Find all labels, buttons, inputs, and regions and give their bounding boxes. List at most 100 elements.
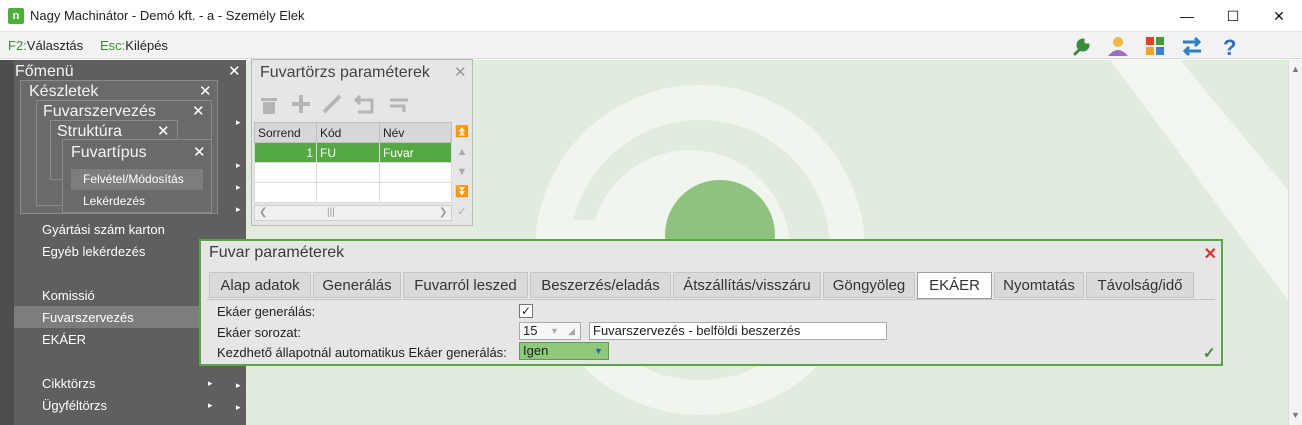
scroll-right-icon[interactable]: ❯ [439,207,447,218]
table-cell: Fuvar [379,142,452,163]
svg-text:?: ? [1223,35,1236,58]
menu-item-felvetel[interactable]: Felvétel/Módosítás [71,169,203,190]
menu-item-komissio[interactable]: Komissió [42,288,95,303]
lookup-icon[interactable]: ◢ [568,323,575,339]
table-cell [379,162,452,183]
submenu-arrow-icon: ▸ [236,182,241,192]
submenu-arrow-icon: ▸ [208,378,213,388]
fuvartorzs-panel: Fuvartörzs paraméterek ✕ Sorrend Kód Név… [251,59,473,226]
shortcut-bar: F2:Választás Esc:Kilépés ? [0,32,1302,59]
tab-beszerzes-eladas[interactable]: Beszerzés/eladás [530,272,671,298]
menu-icon-strip [0,60,14,425]
row-nav-buttons: ⏫ ▲ ▼ ⏬ ✓ [454,122,470,222]
column-header[interactable]: Kód [316,122,380,143]
first-row-icon[interactable]: ⏫ [454,122,470,142]
submenu-title: Fuvarszervezés [43,103,156,120]
menu-item-gyartasi-szam-karton[interactable]: Gyártási szám karton [42,222,165,237]
submenu-close-button[interactable]: ✕ [193,143,206,161]
column-header[interactable]: Sorrend [254,122,317,143]
ekaer-sorozat-name-field: Fuvarszervezés - belföldi beszerzés [589,322,887,340]
table-row[interactable]: 1 FU Fuvar [254,142,452,163]
fuvar-parameterek-dialog: Fuvar paraméterek ✕ Alap adatok Generálá… [199,239,1223,366]
column-header[interactable]: Név [379,122,452,143]
maximize-button[interactable]: ☐ [1210,0,1256,32]
help-icon[interactable]: ? [1216,34,1242,58]
table-row[interactable] [254,182,452,203]
prev-row-icon[interactable]: ▲ [454,142,470,162]
tab-ekaer[interactable]: EKÁER [917,272,992,299]
redo-icon[interactable] [390,98,408,112]
undo-icon[interactable] [353,94,374,114]
menu-item-ekaer[interactable]: EKÁER [42,332,86,347]
auto-ekaer-value: Igen [523,343,549,358]
submenu-close-button[interactable]: ✕ [199,82,212,100]
dialog-close-button[interactable]: ✕ [1204,244,1217,264]
ekaer-sorozat-value: 15 [523,323,538,338]
ok-check-icon[interactable]: ✓ [1203,344,1216,362]
table-row[interactable] [254,162,452,183]
edit-icon[interactable] [322,94,342,114]
shortcut-exit[interactable]: Esc:Kilépés [100,38,168,53]
ekaer-generalas-label: Ekáer generálás: [217,304,316,319]
submenu-title: Készletek [29,83,99,100]
swap-icon[interactable] [1179,34,1205,58]
shortcut-key: F2: [8,38,27,53]
scroll-thumb[interactable]: ||| [327,207,335,218]
submenu-fuvartipus: Fuvartípus ✕ Felvétel/Módosítás Lekérdez… [62,139,212,213]
close-window-button[interactable]: ✕ [1256,0,1302,32]
tab-fuvarrol-leszed[interactable]: Fuvarról leszed [403,272,528,298]
panel-title: Fuvartörzs paraméterek [260,64,430,81]
submenu-arrow-icon: ▸ [208,400,213,410]
add-icon[interactable] [292,95,310,113]
panel-toolbar [261,94,408,114]
submenu-close-button[interactable]: ✕ [157,122,170,140]
scroll-down-icon[interactable]: ▼ [1291,410,1300,420]
confirm-icon[interactable]: ✓ [454,202,470,222]
menu-item-ugyfeltorzs[interactable]: Ügyféltörzs [42,398,107,413]
scroll-left-icon[interactable]: ❮ [259,207,267,218]
ekaer-sorozat-field[interactable]: 15 ▼ ◢ [519,322,581,340]
apps-icon[interactable] [1142,34,1168,58]
vertical-scrollbar[interactable]: ▲ ▼ [1288,60,1302,425]
user-icon[interactable] [1105,34,1131,58]
auto-ekaer-select[interactable]: Igen ▼ [519,342,609,360]
scroll-up-icon[interactable]: ▲ [1291,64,1300,74]
tab-tavolsag-ido[interactable]: Távolság/idő [1086,272,1194,298]
table-cell [379,182,452,203]
shortcut-label: Kilépés [125,38,168,53]
shortcut-label: Választás [26,38,84,53]
delete-icon[interactable] [261,98,277,114]
menu-item-cikktorzs[interactable]: Cikktörzs [42,376,95,391]
menu-item-egyeb-lekerdezes[interactable]: Egyéb lekérdezés [42,244,145,259]
last-row-icon[interactable]: ⏬ [454,182,470,202]
submenu-title: Fuvartípus [71,144,147,161]
wrench-icon[interactable] [1068,34,1094,58]
tab-nyomtatas[interactable]: Nyomtatás [994,272,1084,298]
dropdown-arrow-icon[interactable]: ▼ [550,323,559,339]
tab-divider [207,299,1215,300]
auto-ekaer-label: Kezdhető állapotnál automatikus Ekáer ge… [217,345,507,360]
next-row-icon[interactable]: ▼ [454,162,470,182]
main-menu-close-button[interactable]: ✕ [228,62,241,80]
table-cell [316,182,380,203]
submenu-arrow-icon: ▸ [236,160,241,170]
submenu-arrow-icon: ▸ [236,402,241,412]
tab-gongyoleg[interactable]: Göngyöleg [823,272,915,298]
minimize-button[interactable]: — [1164,0,1210,32]
ekaer-generalas-checkbox[interactable]: ✓ [519,304,533,318]
menu-item-lekerdezes[interactable]: Lekérdezés [71,191,203,212]
shortcut-select[interactable]: F2:Választás [8,38,83,53]
tab-atszallitas-visszaru[interactable]: Átszállítás/visszáru [673,272,821,298]
window-title: Nagy Machinátor - Demó kft. - a - Személ… [30,8,305,23]
ekaer-sorozat-label: Ekáer sorozat: [217,325,301,340]
dialog-title: Fuvar paraméterek [209,244,345,261]
tab-generalas[interactable]: Generálás [313,272,401,298]
dropdown-arrow-icon[interactable]: ▼ [594,343,603,359]
horizontal-scrollbar[interactable]: ❮ ||| ❯ [254,205,452,221]
table-cell [254,182,317,203]
tab-alap-adatok[interactable]: Alap adatok [209,272,311,298]
menu-item-fuvarszervezes[interactable]: Fuvarszervezés [14,306,200,328]
panel-close-button[interactable]: ✕ [454,63,467,81]
title-bar: n Nagy Machinátor - Demó kft. - a - Szem… [0,0,1302,32]
submenu-close-button[interactable]: ✕ [192,102,205,120]
